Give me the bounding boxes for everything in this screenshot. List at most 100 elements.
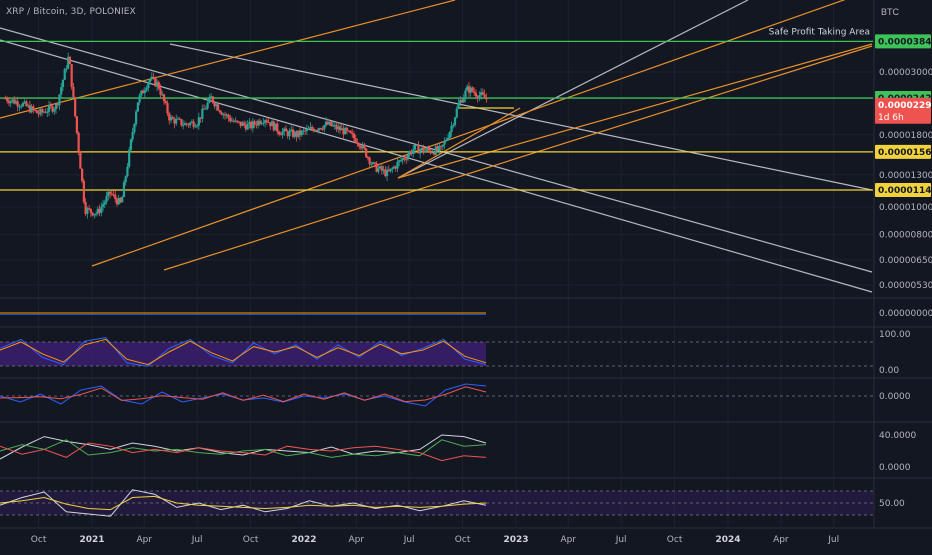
candle-body — [323, 125, 326, 130]
x-tick-label: Jul — [191, 535, 203, 545]
candle-body — [471, 87, 474, 92]
symbol-title: XRP / Bitcoin, 3D, POLONIEX — [6, 7, 136, 17]
y-tick-label: 0.00000800 — [879, 230, 932, 240]
candle-body — [68, 56, 72, 65]
candle-body — [89, 208, 92, 213]
candle-body — [452, 124, 455, 126]
candle-body — [307, 128, 310, 130]
y-tick-label: 0.00000650 — [879, 256, 932, 266]
candle-body — [445, 139, 448, 141]
candle-body — [103, 202, 106, 205]
candle-body — [189, 122, 192, 126]
candle-body — [441, 144, 444, 147]
candle-body — [61, 79, 65, 88]
candle-body — [352, 133, 356, 139]
x-tick-label: 2023 — [503, 535, 528, 545]
candle-body — [75, 116, 78, 133]
candle-body — [148, 78, 152, 82]
candle-body — [227, 114, 230, 118]
candle-body — [133, 123, 136, 133]
candle-body — [429, 150, 432, 153]
y-tick-label: 0.00001800 — [879, 131, 932, 141]
candle-body — [63, 69, 66, 80]
candle-body — [229, 117, 232, 122]
volume-axis-label: 0.00000000 — [879, 309, 932, 319]
candle-body — [396, 161, 399, 169]
x-tick-label: Jul — [827, 535, 839, 545]
rsi-axis-label: 50.00 — [879, 499, 905, 509]
candle-body — [483, 94, 486, 98]
candle-body — [481, 92, 484, 95]
candle-body — [443, 140, 446, 145]
candle-body — [354, 138, 357, 143]
candle-body — [136, 102, 139, 112]
candle-body — [40, 108, 44, 113]
candle-body — [185, 123, 188, 125]
stoch-axis-label: 0.00 — [879, 366, 899, 376]
last-price-value: 0.00002297 — [878, 101, 932, 111]
candle-body — [330, 121, 333, 127]
x-tick-label: 2021 — [79, 535, 104, 545]
y-tick-label: 0.00001300 — [879, 171, 932, 181]
candle-body — [453, 117, 457, 125]
support-level-value: 0.00001148 — [878, 186, 932, 196]
candle-body — [20, 106, 23, 108]
chart-canvas[interactable]: Safe Profit Taking Area Oct 2021 Apr Jul Oct… — [0, 0, 932, 550]
candle-body — [79, 151, 82, 169]
candle-body — [46, 111, 49, 113]
candle-body — [455, 108, 458, 118]
support-level-value: 0.00001566 — [878, 148, 932, 158]
candle-body — [218, 110, 221, 113]
candle-body — [53, 109, 56, 112]
candle-body — [159, 88, 162, 95]
candle-body — [122, 182, 126, 197]
candle-body — [243, 122, 246, 125]
x-tick-label: Jul — [615, 535, 627, 545]
candle-body — [32, 106, 35, 110]
candle-body — [276, 123, 279, 132]
candle-body — [419, 149, 422, 154]
candle-body — [135, 111, 138, 124]
candle-body — [124, 176, 127, 183]
level-annotation-label: Safe Profit Taking Area — [769, 27, 870, 37]
candle-body — [316, 129, 319, 131]
candle-body — [16, 101, 19, 107]
candle-body — [35, 110, 38, 113]
candle-body — [377, 168, 380, 172]
candle-body — [365, 148, 368, 158]
candle-body — [100, 206, 103, 213]
y-tick-label: 0.00003000 — [879, 68, 932, 78]
candle-body — [131, 132, 134, 140]
candle-body — [138, 95, 141, 103]
candle-body — [485, 97, 488, 100]
chart-background — [0, 0, 932, 550]
candle-body — [164, 101, 167, 104]
candle-body — [363, 144, 366, 149]
candle-body — [457, 103, 460, 109]
candle-body — [121, 196, 124, 203]
candle-body — [464, 90, 467, 98]
chart-root[interactable]: Safe Profit Taking Area Oct 2021 Apr Jul Oct… — [0, 0, 932, 550]
candle-body — [201, 108, 204, 119]
candle-body — [171, 117, 174, 119]
candle-body — [356, 142, 359, 144]
candle-body — [157, 82, 160, 89]
candle-body — [262, 122, 265, 124]
candle-body — [49, 105, 52, 107]
x-tick-label: Oct — [667, 535, 683, 545]
candle-body — [208, 97, 211, 103]
candle-body — [206, 102, 209, 109]
x-tick-label: Oct — [455, 535, 471, 545]
candle-body — [474, 92, 478, 97]
candle-body — [319, 128, 322, 130]
candle-body — [81, 168, 84, 181]
resistance-level-value: 0.00003848 — [878, 37, 932, 47]
candle-body — [478, 95, 481, 99]
x-tick-label: Oct — [243, 535, 259, 545]
currency-unit: BTC — [881, 7, 899, 17]
x-tick-label: 2022 — [291, 535, 316, 545]
candle-body — [143, 90, 146, 94]
candle-body — [196, 125, 199, 127]
candle-body — [406, 154, 410, 160]
candle-body — [145, 88, 148, 91]
